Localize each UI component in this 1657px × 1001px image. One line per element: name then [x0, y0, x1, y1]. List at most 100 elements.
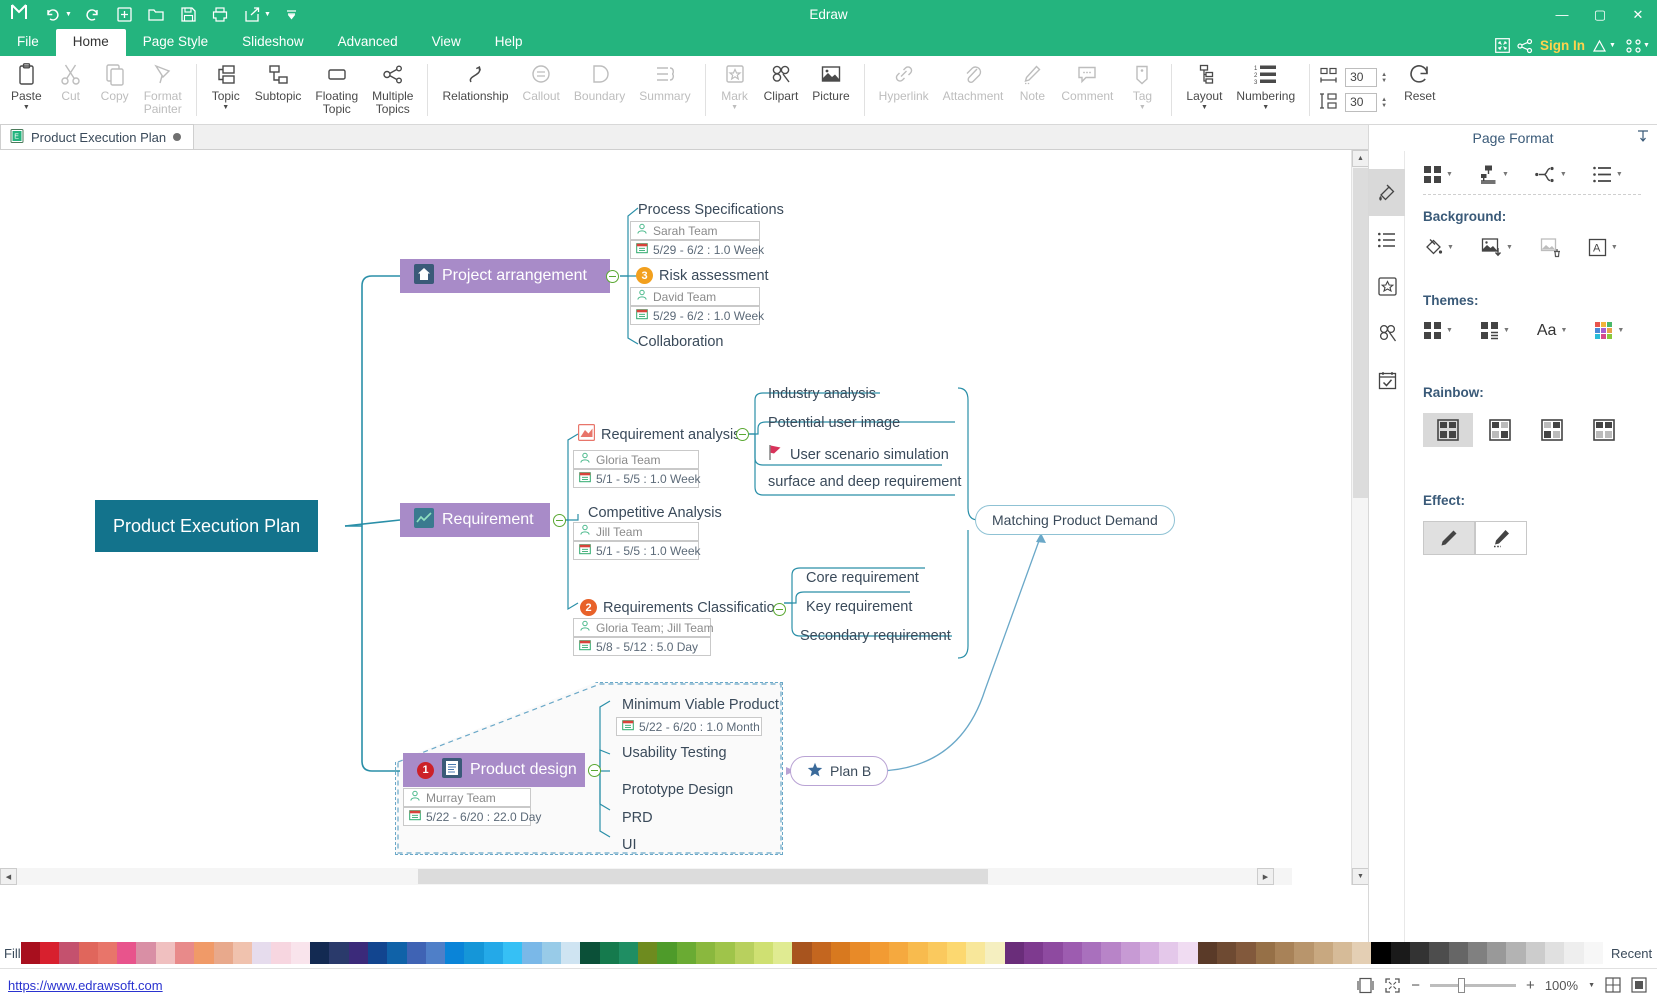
zoom-in-button[interactable]: + — [1526, 977, 1535, 994]
color-swatch[interactable] — [233, 942, 252, 964]
print-button[interactable] — [205, 3, 235, 27]
panel-tab-task[interactable] — [1369, 357, 1405, 404]
maximize-button[interactable]: ▢ — [1581, 0, 1619, 29]
mindmap-canvas[interactable]: Product Execution Plan Project arrangeme… — [0, 150, 1292, 885]
color-swatch[interactable] — [1526, 942, 1545, 964]
menu-item-page-style[interactable]: Page Style — [126, 29, 225, 56]
color-swatch[interactable] — [870, 942, 889, 964]
color-swatch[interactable] — [503, 942, 522, 964]
color-swatch[interactable] — [59, 942, 78, 964]
color-swatch[interactable] — [21, 942, 40, 964]
color-swatch[interactable] — [908, 942, 927, 964]
theme-layout-button[interactable]: ▼ — [1480, 321, 1510, 340]
schedule-tag-process-specifications[interactable]: 5/29 - 6/2 : 1.0 Week — [630, 240, 760, 259]
panel-tab-shape[interactable] — [1369, 263, 1405, 310]
color-swatch[interactable] — [271, 942, 290, 964]
color-swatch[interactable] — [542, 942, 561, 964]
subtopic-button[interactable]: Subtopic — [248, 58, 309, 122]
attachment-button[interactable]: Attachment — [936, 58, 1011, 122]
color-swatch[interactable] — [1275, 942, 1294, 964]
topic-dropdown-icon[interactable]: ▼ — [222, 104, 229, 111]
background-image-button[interactable]: ▼ — [1481, 237, 1513, 257]
summary-button[interactable]: Summary — [632, 58, 697, 122]
multi-page-view-icon[interactable] — [1631, 977, 1647, 993]
menu-item-home[interactable]: Home — [56, 29, 126, 56]
paste-button[interactable]: Paste ▼ — [4, 58, 49, 122]
color-swatch[interactable] — [754, 942, 773, 964]
scroll-up-arrow[interactable]: ▲ — [1352, 150, 1369, 167]
rainbow-option-2[interactable] — [1475, 413, 1525, 447]
hyperlink-button[interactable]: Hyperlink — [872, 58, 936, 122]
watermark-button[interactable]: A ▼ — [1588, 238, 1618, 257]
leaf-secondary-requirement[interactable]: Secondary requirement — [800, 628, 951, 644]
color-swatch[interactable] — [175, 942, 194, 964]
assignee-tag-gloria-jill-team[interactable]: Gloria Team; Jill Team — [573, 618, 711, 637]
floating-topic-button[interactable]: Floating Topic — [308, 58, 365, 122]
color-swatch[interactable] — [850, 942, 869, 964]
collapse-requirement[interactable] — [553, 514, 566, 527]
color-swatch[interactable] — [1101, 942, 1120, 964]
new-button[interactable] — [109, 3, 139, 27]
mark-dropdown-icon[interactable]: ▼ — [731, 104, 738, 111]
color-swatch[interactable] — [79, 942, 98, 964]
relationship-button[interactable]: Relationship — [435, 58, 515, 122]
color-swatch[interactable] — [657, 942, 676, 964]
account-dropdown-icon[interactable]: ▼ — [1609, 42, 1619, 49]
theme-font-button[interactable]: Aa ▼ — [1537, 322, 1568, 340]
rainbow-option-1[interactable] — [1423, 413, 1473, 447]
color-swatch[interactable] — [1198, 942, 1217, 964]
horizontal-scroll-thumb[interactable] — [418, 869, 988, 884]
color-swatch[interactable] — [947, 942, 966, 964]
color-swatch[interactable] — [619, 942, 638, 964]
color-swatches[interactable] — [21, 942, 1603, 964]
fullscreen-icon[interactable] — [1495, 38, 1510, 53]
color-swatch[interactable] — [310, 942, 329, 964]
undo-dropdown-icon[interactable]: ▼ — [65, 11, 75, 18]
numbering-button[interactable]: 123 Numbering ▼ — [1229, 58, 1302, 122]
chevron-down-icon[interactable]: ▼ — [1617, 327, 1624, 334]
format-painter-button[interactable]: Format Painter — [137, 58, 189, 122]
color-swatch[interactable] — [715, 942, 734, 964]
schedule-tag-product-design[interactable]: 5/22 - 6/20 : 22.0 Day — [403, 807, 531, 826]
vertical-spacing-input[interactable]: 30 — [1345, 93, 1377, 112]
color-swatch[interactable] — [1024, 942, 1043, 964]
multiple-topics-button[interactable]: Multiple Topics — [365, 58, 420, 122]
color-swatch[interactable] — [368, 942, 387, 964]
color-swatch[interactable] — [194, 942, 213, 964]
color-swatch[interactable] — [329, 942, 348, 964]
color-swatch[interactable] — [985, 942, 1004, 964]
subtopic-requirement-analysis[interactable]: Requirement analysis — [578, 424, 740, 445]
export-dropdown-icon[interactable]: ▼ — [264, 11, 274, 18]
zoom-dropdown-icon[interactable]: ▼ — [1588, 982, 1595, 989]
scroll-down-arrow[interactable]: ▼ — [1352, 868, 1369, 885]
paste-dropdown-icon[interactable]: ▼ — [23, 104, 30, 111]
boundary-button[interactable]: Boundary — [567, 58, 632, 122]
leaf-core-requirement[interactable]: Core requirement — [806, 570, 919, 586]
color-swatch[interactable] — [1043, 942, 1062, 964]
layout-dropdown-icon[interactable]: ▼ — [1201, 104, 1208, 111]
color-swatch[interactable] — [40, 942, 59, 964]
fit-page-icon[interactable] — [1357, 977, 1374, 994]
rainbow-option-4[interactable] — [1579, 413, 1629, 447]
floating-topic-plan-b[interactable]: Plan B — [790, 756, 888, 786]
collapse-product-design[interactable] — [588, 764, 601, 777]
fill-color-button[interactable]: ▼ — [1423, 237, 1454, 257]
schedule-tag-minimum-viable-product[interactable]: 5/22 - 6/20 : 1.0 Month — [616, 717, 762, 736]
leaf-industry-analysis[interactable]: Industry analysis — [768, 386, 876, 402]
tag-dropdown-icon[interactable]: ▼ — [1139, 104, 1146, 111]
chevron-down-icon[interactable]: ▼ — [1502, 171, 1509, 178]
color-swatch[interactable] — [928, 942, 947, 964]
fit-screen-icon[interactable] — [1384, 977, 1401, 994]
apps-grid-icon[interactable] — [1626, 39, 1641, 53]
assignee-tag-murray-team[interactable]: Murray Team — [403, 788, 531, 807]
color-swatch[interactable] — [792, 942, 811, 964]
cut-button[interactable]: Cut — [49, 58, 93, 122]
color-swatch[interactable] — [1217, 942, 1236, 964]
color-swatch[interactable] — [445, 942, 464, 964]
effect-pen-button[interactable] — [1423, 521, 1475, 555]
color-swatch[interactable] — [773, 942, 792, 964]
customize-quick-access[interactable] — [276, 3, 306, 27]
chevron-down-icon[interactable]: ▼ — [1446, 171, 1453, 178]
horizontal-spacing-stepper[interactable]: ▲▼ — [1381, 72, 1387, 84]
color-swatch[interactable] — [98, 942, 117, 964]
